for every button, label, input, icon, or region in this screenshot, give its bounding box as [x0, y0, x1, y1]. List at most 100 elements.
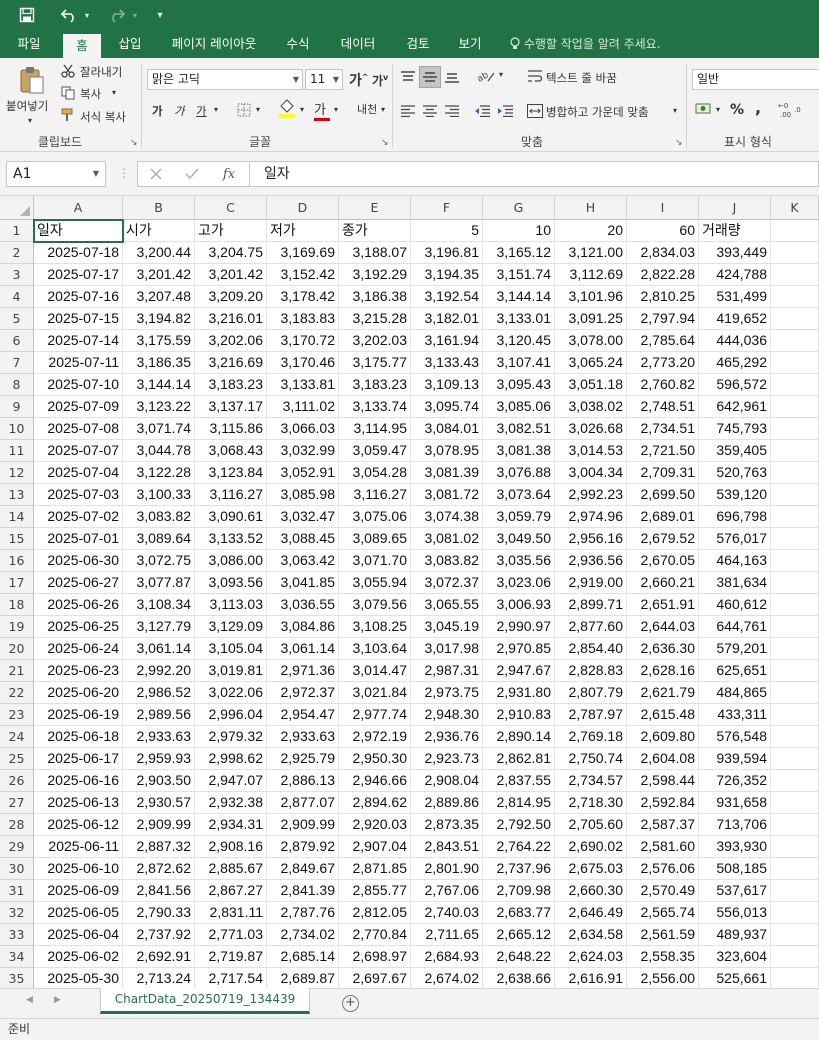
- cell[interactable]: 3,192.54: [411, 286, 483, 308]
- cell[interactable]: 3,123.22: [123, 396, 195, 418]
- cell[interactable]: 2,841.56: [123, 880, 195, 902]
- cell[interactable]: 3,133.43: [411, 352, 483, 374]
- cell[interactable]: 3,196.81: [411, 242, 483, 264]
- cell[interactable]: [771, 814, 819, 836]
- cell[interactable]: 2,867.27: [195, 880, 267, 902]
- cell[interactable]: [771, 682, 819, 704]
- column-header[interactable]: J: [699, 196, 771, 220]
- cell[interactable]: 2025-07-04: [34, 462, 123, 484]
- cell[interactable]: 2,990.97: [483, 616, 555, 638]
- cell[interactable]: 3,183.83: [267, 308, 339, 330]
- font-launcher-icon[interactable]: ↘: [381, 138, 389, 148]
- cell[interactable]: 3,200.44: [123, 242, 195, 264]
- cell[interactable]: 3,019.81: [195, 660, 267, 682]
- cell[interactable]: 2,873.35: [411, 814, 483, 836]
- cell[interactable]: 419,652: [699, 308, 771, 330]
- cell[interactable]: 931,658: [699, 792, 771, 814]
- cell[interactable]: 3,006.93: [483, 594, 555, 616]
- cell[interactable]: 3,133.52: [195, 528, 267, 550]
- cell[interactable]: 2,604.08: [627, 748, 699, 770]
- cell[interactable]: 2025-06-18: [34, 726, 123, 748]
- worksheet-grid[interactable]: A B C D E F G H I J K 1 일자 시가 고가 저가 종가 5 10 20 60 거래량 2 2025-07…: [0, 196, 819, 988]
- cell[interactable]: 525,661: [699, 968, 771, 988]
- align-right-icon[interactable]: [443, 102, 461, 120]
- cell[interactable]: 2,570.49: [627, 880, 699, 902]
- cell[interactable]: 2,760.82: [627, 374, 699, 396]
- cell[interactable]: 2025-06-17: [34, 748, 123, 770]
- cell[interactable]: 3,059.79: [483, 506, 555, 528]
- cell[interactable]: 2025-07-02: [34, 506, 123, 528]
- merge-dropdown-icon[interactable]: ▾: [673, 106, 677, 115]
- cell[interactable]: [771, 638, 819, 660]
- copy-dropdown-icon[interactable]: ▾: [112, 88, 116, 97]
- cell[interactable]: 3,076.88: [483, 462, 555, 484]
- cell[interactable]: 3,103.64: [339, 638, 411, 660]
- cell[interactable]: 2025-06-13: [34, 792, 123, 814]
- increase-font-size-button[interactable]: 가^: [349, 70, 369, 90]
- cell[interactable]: 3,038.02: [555, 396, 627, 418]
- name-box[interactable]: A1 ▼: [6, 161, 106, 187]
- fill-color-dropdown-icon[interactable]: ▾: [300, 105, 304, 114]
- cell[interactable]: 2,849.67: [267, 858, 339, 880]
- cell[interactable]: 2025-07-11: [34, 352, 123, 374]
- cell[interactable]: 3,100.33: [123, 484, 195, 506]
- cell[interactable]: 2,810.25: [627, 286, 699, 308]
- cell[interactable]: 3,113.03: [195, 594, 267, 616]
- cell[interactable]: 2,907.04: [339, 836, 411, 858]
- cell[interactable]: 2,718.30: [555, 792, 627, 814]
- font-color-dropdown-icon[interactable]: ▾: [334, 105, 338, 114]
- redo-dropdown-icon[interactable]: ▾: [130, 4, 140, 26]
- cell[interactable]: 2,822.28: [627, 264, 699, 286]
- cell[interactable]: 424,788: [699, 264, 771, 286]
- cell[interactable]: 3,207.48: [123, 286, 195, 308]
- cell[interactable]: 3,063.42: [267, 550, 339, 572]
- cell[interactable]: 3,108.34: [123, 594, 195, 616]
- cell[interactable]: 2,709.98: [483, 880, 555, 902]
- cell[interactable]: 3,112.69: [555, 264, 627, 286]
- cell[interactable]: 2,767.06: [411, 880, 483, 902]
- tab-view[interactable]: 보기: [450, 30, 490, 58]
- cell[interactable]: 2,837.55: [483, 770, 555, 792]
- cell[interactable]: 2,828.83: [555, 660, 627, 682]
- cell[interactable]: [771, 924, 819, 946]
- cell[interactable]: 2,908.16: [195, 836, 267, 858]
- cell[interactable]: 3,065.55: [411, 594, 483, 616]
- cell[interactable]: 2,954.47: [267, 704, 339, 726]
- cell[interactable]: 444,036: [699, 330, 771, 352]
- cell[interactable]: 2,764.22: [483, 836, 555, 858]
- cell[interactable]: 2,797.94: [627, 308, 699, 330]
- cell[interactable]: [771, 374, 819, 396]
- column-header[interactable]: A: [34, 196, 123, 220]
- cell[interactable]: 3,090.61: [195, 506, 267, 528]
- cell[interactable]: 2,675.03: [555, 858, 627, 880]
- cell[interactable]: 2025-07-07: [34, 440, 123, 462]
- cell[interactable]: 3,202.03: [339, 330, 411, 352]
- underline-button[interactable]: 가: [196, 103, 207, 119]
- cell[interactable]: 2,634.58: [555, 924, 627, 946]
- cell[interactable]: 2,598.44: [627, 770, 699, 792]
- cell[interactable]: 464,163: [699, 550, 771, 572]
- merge-center-icon[interactable]: [526, 102, 544, 120]
- cell[interactable]: 2,697.67: [339, 968, 411, 988]
- cell[interactable]: 3,194.82: [123, 308, 195, 330]
- cell[interactable]: 2,609.80: [627, 726, 699, 748]
- row-header[interactable]: 32: [0, 902, 34, 924]
- cell[interactable]: 3,111.02: [267, 396, 339, 418]
- copy-icon[interactable]: [60, 85, 76, 101]
- cell[interactable]: 484,865: [699, 682, 771, 704]
- cell[interactable]: 3,066.03: [267, 418, 339, 440]
- cell[interactable]: 2,909.99: [267, 814, 339, 836]
- cell[interactable]: 2025-06-02: [34, 946, 123, 968]
- cell[interactable]: 2025-06-11: [34, 836, 123, 858]
- paste-dropdown-icon[interactable]: ▾: [28, 116, 32, 125]
- cell[interactable]: 3,175.77: [339, 352, 411, 374]
- cell[interactable]: 2,947.07: [195, 770, 267, 792]
- row-header[interactable]: 25: [0, 748, 34, 770]
- cell[interactable]: 3,186.38: [339, 286, 411, 308]
- cell[interactable]: 2,831.11: [195, 902, 267, 924]
- cell[interactable]: 2,920.03: [339, 814, 411, 836]
- cell[interactable]: [771, 506, 819, 528]
- cell[interactable]: 3,116.27: [339, 484, 411, 506]
- align-center-icon[interactable]: [421, 102, 439, 120]
- cell[interactable]: 3,152.42: [267, 264, 339, 286]
